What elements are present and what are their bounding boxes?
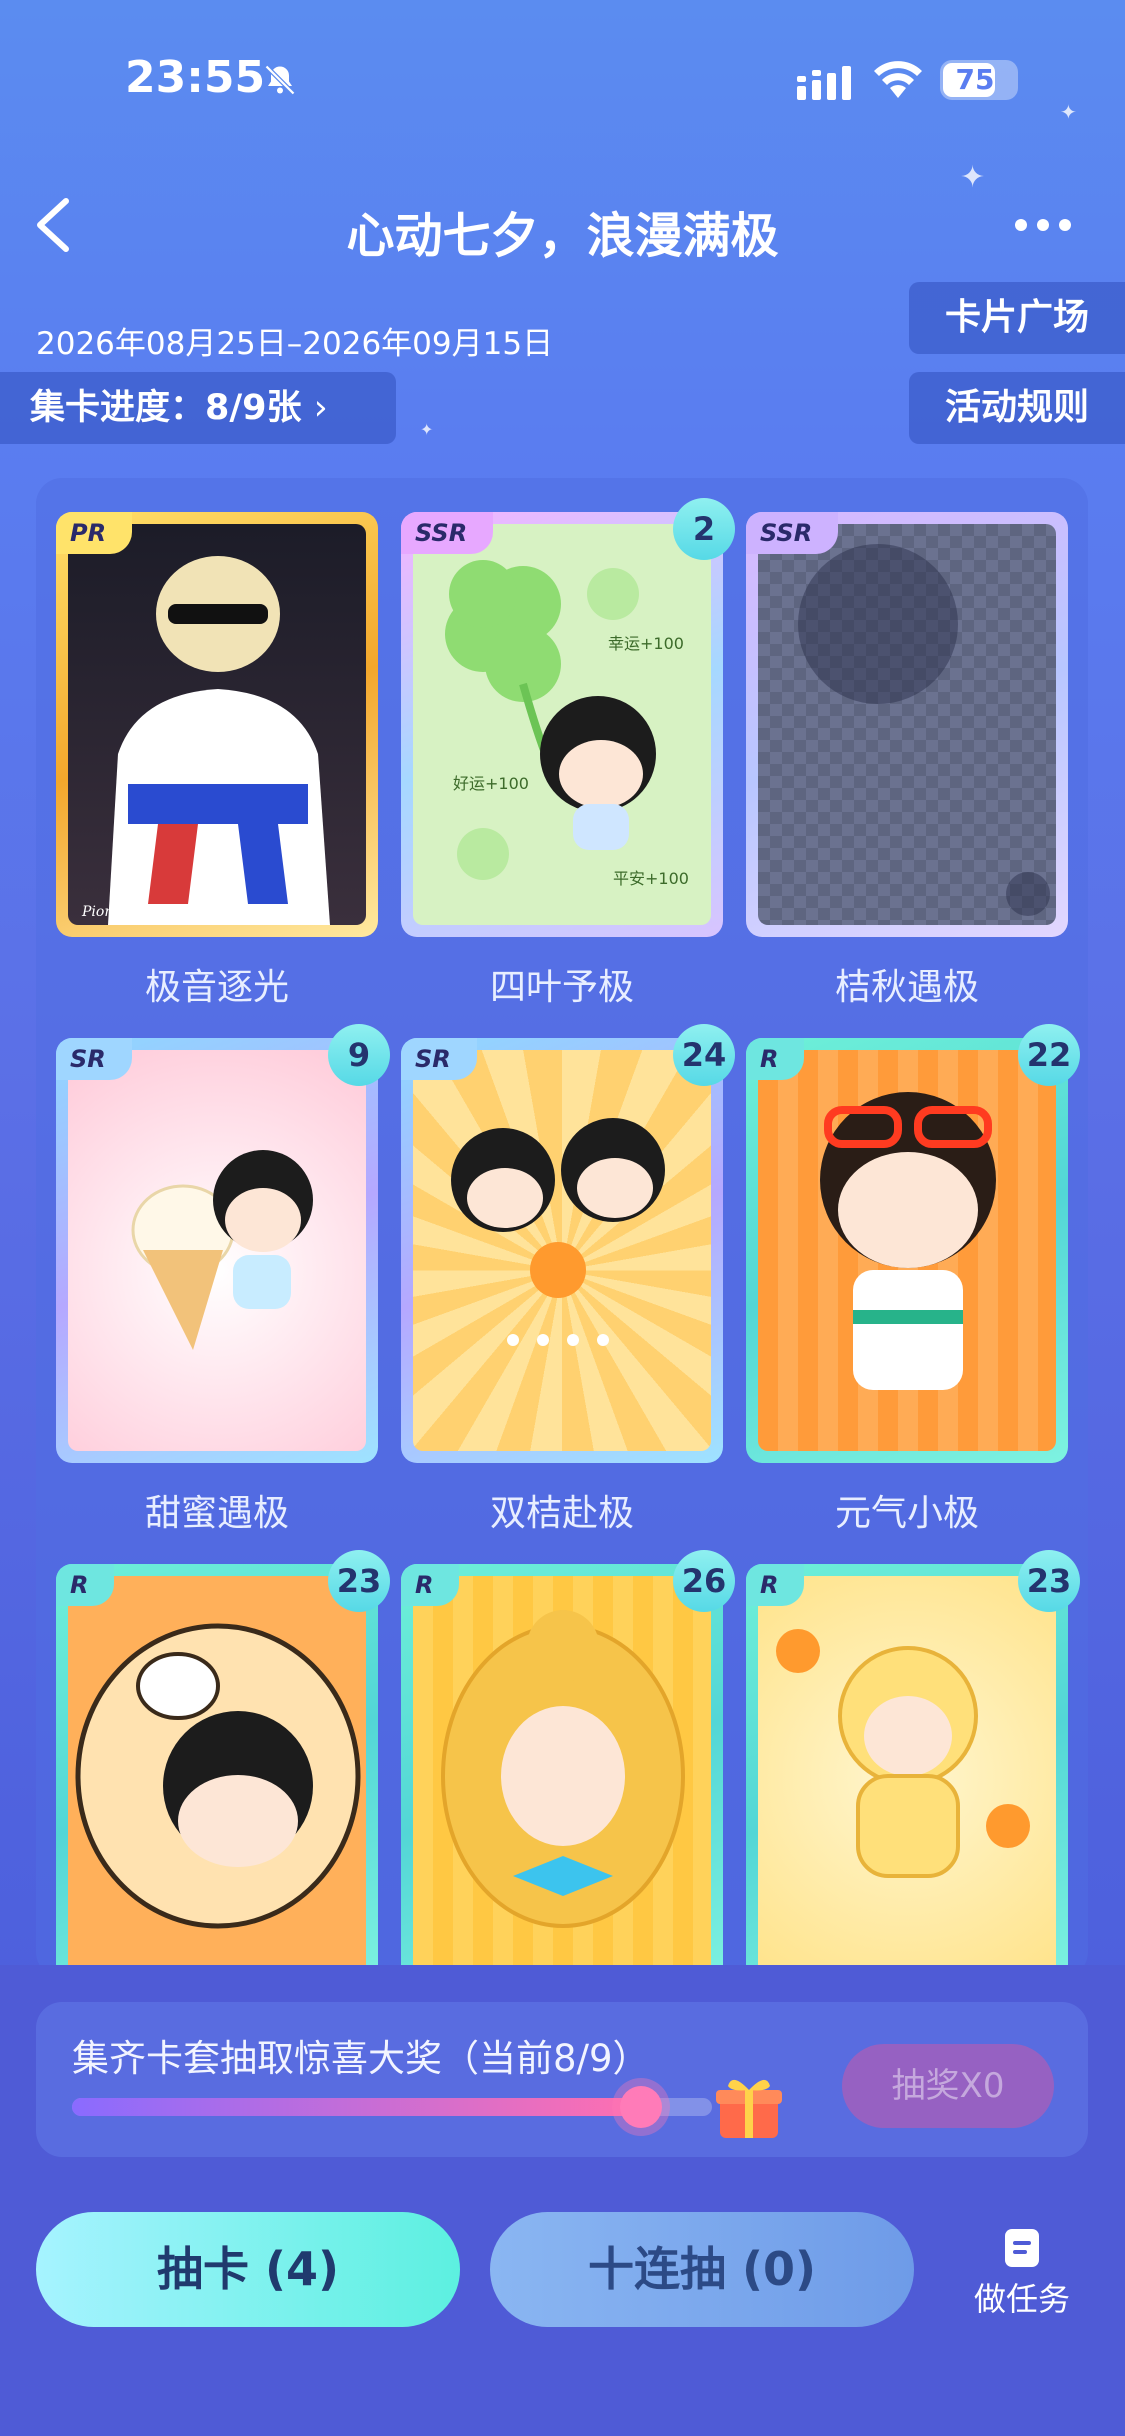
tasks-button[interactable]: 做任务 [962, 2228, 1082, 2320]
wifi-icon [874, 61, 922, 98]
rules-button[interactable]: 活动规则 [909, 372, 1125, 444]
card-count-badge: 2 [673, 498, 735, 560]
cellular-signal-icon [797, 66, 851, 100]
rarity-badge: R [56, 1564, 115, 1606]
prize-progress-bar [72, 2086, 712, 2128]
collection-progress-text: 集卡进度：8/9张 [30, 388, 302, 428]
chibi-sunglasses-art [820, 1092, 996, 1390]
card-item[interactable]: R 23 [56, 1550, 390, 1989]
page-title: 心动七夕，浪漫满极 [346, 208, 779, 264]
performer-photo: Pioneer DJ [81, 556, 330, 925]
rarity-badge: SR [401, 1038, 477, 1080]
card-count-badge: 22 [1018, 1024, 1080, 1086]
card-count-badge: 23 [1018, 1550, 1080, 1612]
rarity-badge: R [746, 1564, 805, 1606]
svg-text:好运+100: 好运+100 [453, 774, 529, 793]
chibi-duo-art [451, 1118, 665, 1346]
card-plaza-button[interactable]: 卡片广场 [909, 282, 1125, 354]
tasks-label: 做任务 [973, 2280, 1070, 2318]
draw-ten-button[interactable]: 十连抽 (0) [490, 2212, 914, 2327]
card-count-badge: 26 [673, 1550, 735, 1612]
grand-prize-panel: 集齐卡套抽取惊喜大奖（当前8/9） 抽奖X0 [36, 2002, 1088, 2157]
card-item[interactable]: 幸运+100 好运+100 平安+100 SSR 2 [401, 498, 735, 937]
card-item[interactable]: R 23 [746, 1550, 1080, 1989]
progress-knob [619, 2086, 662, 2128]
status-time: 23:55 [125, 52, 266, 103]
chibi-bear-art [75, 1623, 361, 1929]
card-count-badge: 23 [328, 1550, 390, 1612]
status-bar: 23:55 75 [0, 0, 1125, 160]
battery-indicator: 75 [940, 60, 1018, 100]
chevron-right-icon: › [313, 388, 328, 428]
rarity-badge: SSR [401, 512, 494, 554]
sparkle-icon: ✦ [960, 160, 986, 195]
rarity-badge: SSR [746, 512, 839, 554]
grand-prize-text: 集齐卡套抽取惊喜大奖（当前8/9） [72, 2037, 650, 2080]
chibi-clover-art: 幸运+100 好运+100 平安+100 [445, 560, 689, 888]
card-item[interactable]: SSR [746, 512, 1068, 937]
collection-progress-link[interactable]: 集卡进度：8/9张 › [0, 372, 396, 444]
photo-watermark: Pioneer DJ [81, 904, 159, 920]
event-date-range: 2026年08月25日–2026年09月15日 [36, 326, 554, 362]
more-icon[interactable] [1015, 210, 1085, 240]
chibi-bear-hood-art [441, 1610, 685, 1928]
chibi-icecream-art [131, 1150, 313, 1350]
draw-one-button[interactable]: 抽卡 (4) [36, 2212, 460, 2327]
svg-text:平安+100: 平安+100 [613, 869, 689, 888]
rarity-badge: SR [56, 1038, 132, 1080]
gift-icon [716, 2079, 782, 2138]
chibi-yellow-hat-art [776, 1629, 1030, 1878]
bell-muted-icon [264, 64, 296, 96]
card-name: 极音逐光 [144, 967, 289, 1008]
card-name: 甜蜜遇极 [144, 1493, 289, 1534]
card-name: 四叶予极 [489, 967, 634, 1008]
card-count-badge: 9 [328, 1024, 390, 1086]
card-name: 桔秋遇极 [834, 967, 979, 1008]
rarity-badge: R [401, 1564, 460, 1606]
card-name: 元气小极 [834, 1493, 979, 1534]
card-item[interactable]: R 22 [746, 1024, 1080, 1463]
card-item[interactable]: SR 24 [401, 1024, 735, 1463]
card-item[interactable]: Pioneer DJ PR [56, 512, 378, 937]
locked-card-silhouette [798, 544, 1050, 916]
card-item[interactable]: R 26 [401, 1550, 735, 1989]
sparkle-icon: ✦ [420, 420, 434, 439]
card-count-badge: 24 [673, 1024, 735, 1086]
card-name: 双桔赴极 [489, 1493, 634, 1534]
rarity-badge: R [746, 1038, 805, 1080]
lottery-button[interactable]: 抽奖X0 [842, 2044, 1054, 2128]
task-list-icon [1005, 2229, 1039, 2267]
card-item[interactable]: SR 9 [56, 1024, 390, 1463]
svg-text:幸运+100: 幸运+100 [608, 634, 684, 653]
rarity-badge: PR [56, 512, 133, 554]
